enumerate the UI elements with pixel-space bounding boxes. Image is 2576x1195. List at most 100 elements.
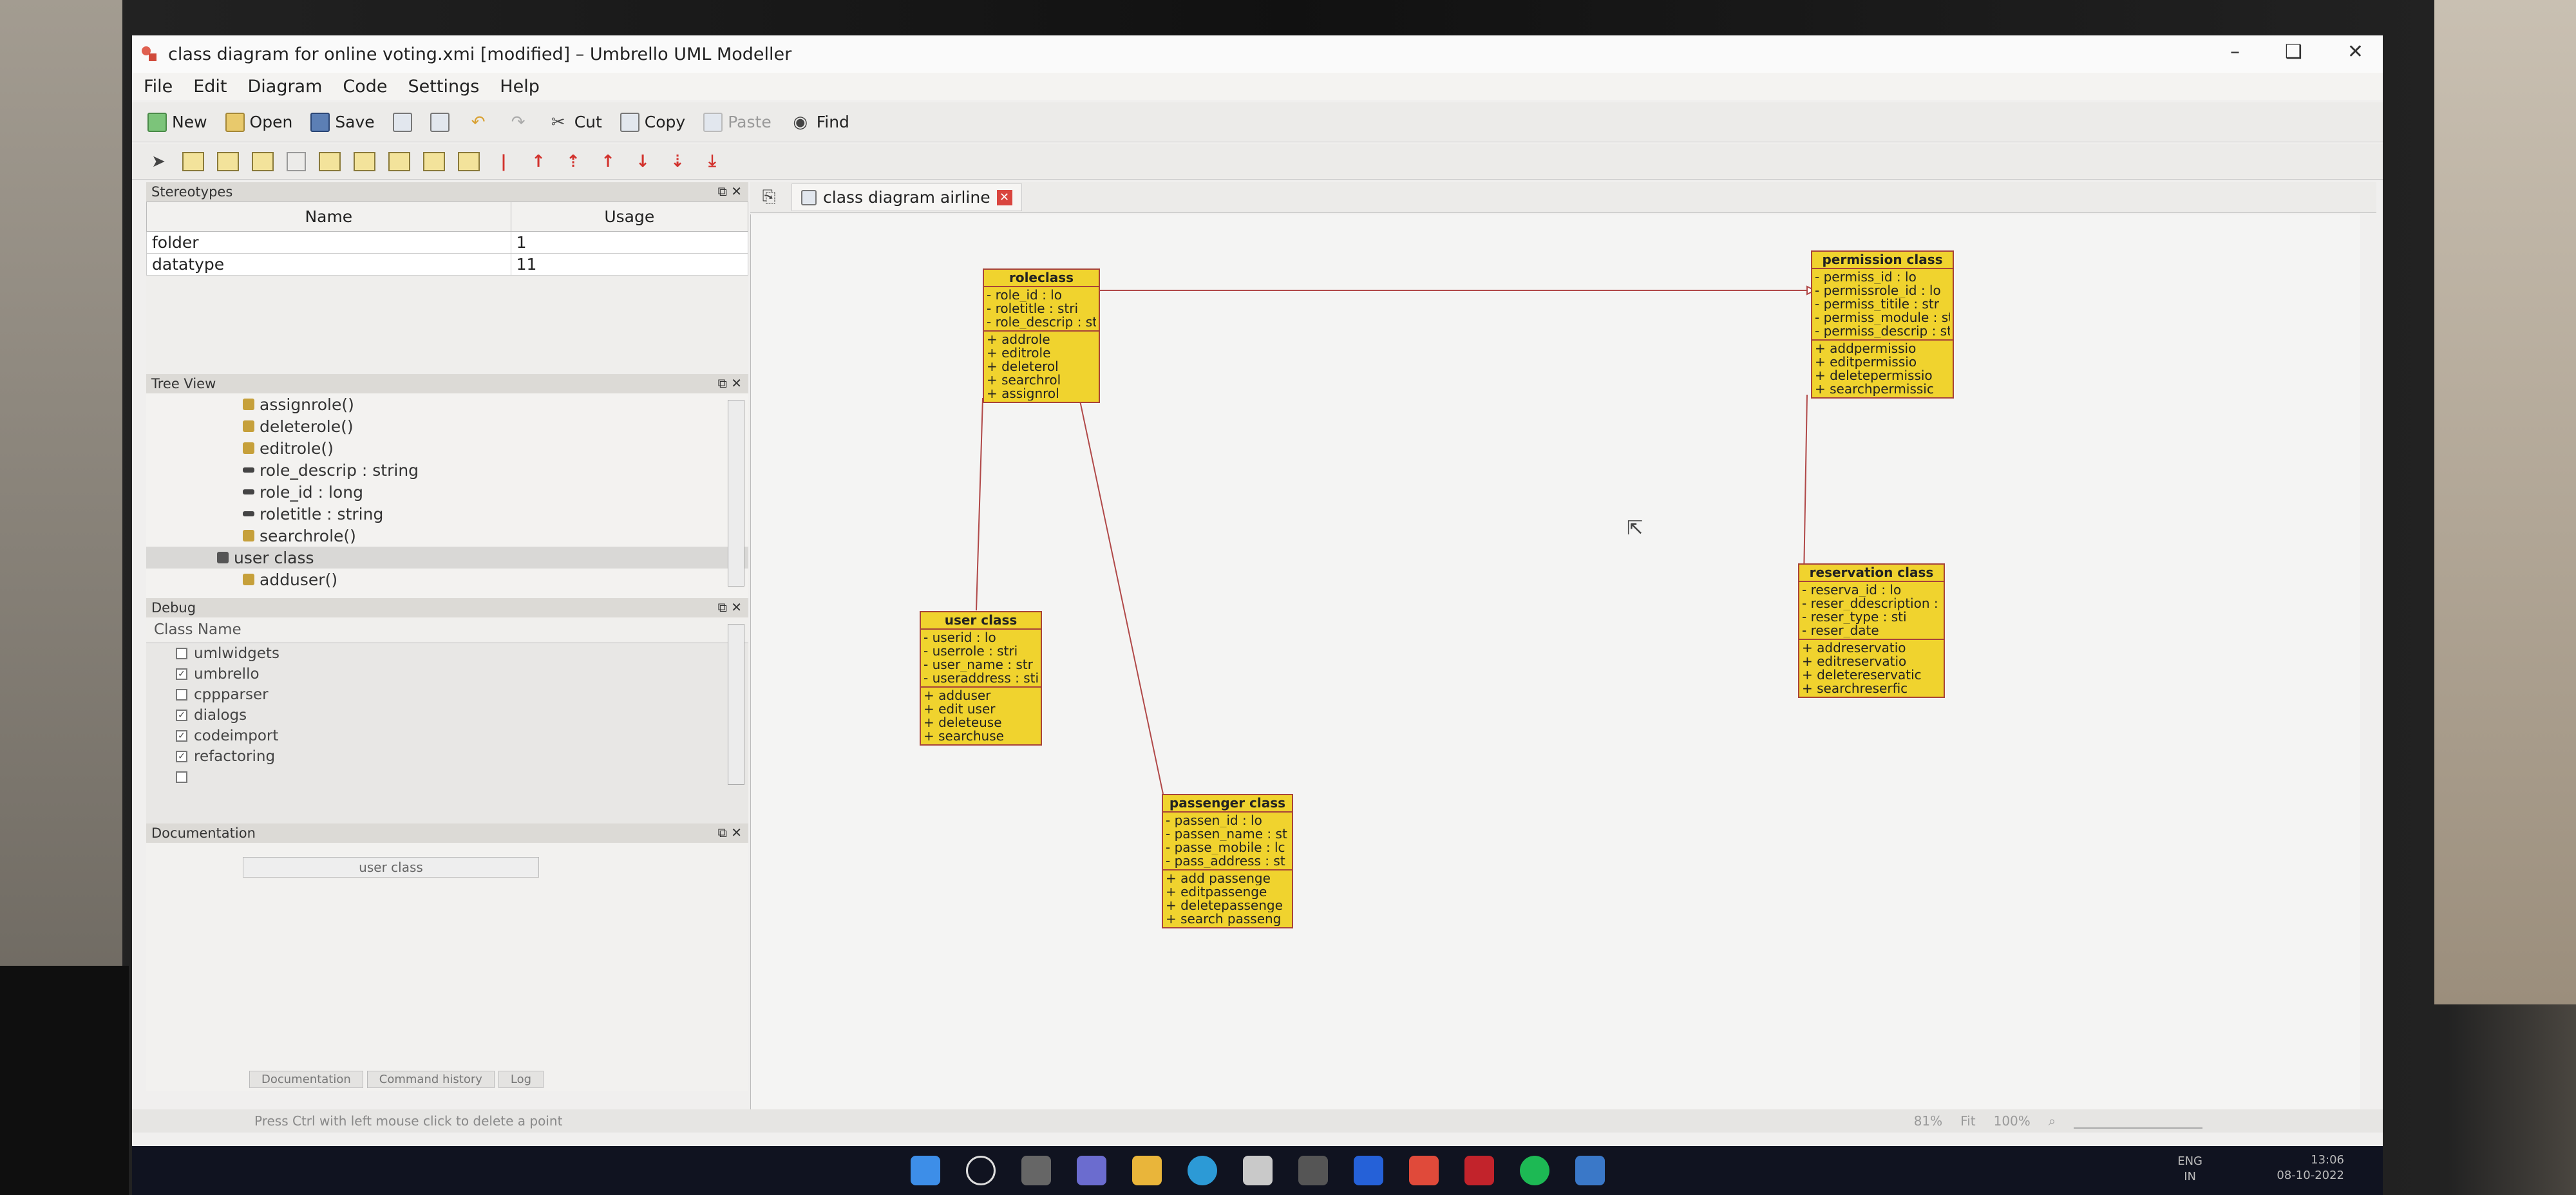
language-indicator[interactable]: ENG IN [2177, 1154, 2202, 1185]
checkbox[interactable] [176, 771, 187, 783]
copy-button[interactable]: Copy [620, 112, 685, 132]
tree-item[interactable]: adduser() [146, 569, 748, 590]
uml-class-reservation[interactable]: reservation class - reserva_id : lo - re… [1798, 563, 1945, 698]
debug-row[interactable]: ✓ dialogs [146, 705, 748, 726]
cut-button[interactable]: ✂ Cut [547, 111, 602, 133]
new-button[interactable]: New [147, 112, 207, 132]
panel-float-close-icon[interactable]: ⧉ ✕ [718, 375, 742, 391]
tab-class-diagram-airline[interactable]: class diagram airline ✕ [791, 183, 1022, 211]
tree-item[interactable]: editrole() [146, 437, 748, 459]
paste-button[interactable]: Paste [703, 112, 772, 132]
uml-class-user[interactable]: user class - userid : lo - userrole : st… [920, 611, 1042, 746]
menu-code[interactable]: Code [343, 77, 387, 97]
debug-row[interactable]: ✓ umbrello [146, 664, 748, 684]
checkbox-checked[interactable]: ✓ [176, 668, 187, 680]
menu-file[interactable]: File [144, 77, 173, 97]
chat-icon[interactable] [1076, 1156, 1106, 1185]
debug-column-header[interactable]: Class Name [146, 617, 748, 643]
tree-item[interactable]: roletitle : string [146, 503, 748, 525]
checkbox-checked[interactable]: ✓ [176, 751, 187, 762]
package-tool-icon[interactable] [354, 151, 375, 171]
template-tool-icon[interactable] [458, 151, 480, 171]
realization-tool-icon[interactable]: ↑ [597, 151, 619, 173]
panel-float-close-icon[interactable]: ⧉ ✕ [718, 599, 742, 615]
spotify-icon[interactable] [1519, 1156, 1549, 1185]
menu-edit[interactable]: Edit [193, 77, 227, 97]
documentation-name-field[interactable]: user class [243, 857, 539, 878]
tree-item[interactable]: deleterole() [146, 415, 748, 437]
edge-browser-icon[interactable] [1187, 1156, 1217, 1185]
office-icon[interactable] [1408, 1156, 1439, 1185]
class-tool-icon[interactable] [182, 151, 204, 171]
redo-icon[interactable]: ↷ [507, 111, 529, 133]
system-clock[interactable]: 13:06 08-10-2022 [2277, 1153, 2344, 1183]
zoom-fit-button[interactable]: Fit [1960, 1113, 1975, 1129]
enum-tool-icon[interactable] [319, 151, 341, 171]
minimize-button[interactable]: – [2230, 41, 2240, 63]
checkbox-checked[interactable]: ✓ [176, 710, 187, 721]
tree-item[interactable]: searchrole() [146, 525, 748, 547]
debug-row[interactable] [146, 767, 748, 787]
datatype-tool-icon[interactable] [252, 151, 274, 171]
panel-float-close-icon[interactable]: ⧉ ✕ [718, 183, 742, 199]
tree-scrollbar[interactable] [728, 400, 744, 587]
debug-row[interactable]: ✓ refactoring [146, 746, 748, 767]
tab-command-history[interactable]: Command history [366, 1071, 495, 1088]
debug-row[interactable]: ✓ codeimport [146, 726, 748, 746]
column-header-usage[interactable]: Usage [510, 202, 749, 232]
umbrello-taskbar-icon[interactable] [1575, 1156, 1605, 1185]
table-row[interactable]: datatype 11 [146, 253, 749, 276]
menu-settings[interactable]: Settings [408, 77, 480, 97]
box-tool-icon[interactable] [287, 151, 306, 171]
checkbox-checked[interactable]: ✓ [176, 730, 187, 742]
maximize-button[interactable]: ❑ [2285, 41, 2302, 63]
table-row[interactable]: folder 1 [146, 231, 749, 254]
app-icon[interactable] [1353, 1156, 1383, 1185]
tree-item-selected[interactable]: user class [146, 547, 748, 569]
menu-help[interactable]: Help [500, 77, 540, 97]
menu-diagram[interactable]: Diagram [247, 77, 322, 97]
start-windows-icon[interactable] [910, 1156, 940, 1185]
interface-tool-icon[interactable] [217, 151, 239, 171]
association-roleclass-passenger[interactable] [1079, 397, 1164, 795]
tree-item[interactable]: role_descrip : string [146, 459, 748, 481]
debug-scrollbar[interactable] [728, 624, 744, 785]
composition-tool-icon[interactable]: ⇣ [667, 151, 688, 173]
checkbox[interactable] [176, 689, 187, 701]
zoom-slider[interactable] [2074, 1113, 2202, 1129]
tree-item[interactable]: role_id : long [146, 481, 748, 503]
column-header-name[interactable]: Name [146, 202, 511, 232]
diagram-canvas[interactable]: roleclass - role_id : lo - roletitle : s… [750, 214, 2360, 1109]
debug-row[interactable]: umlwidgets [146, 643, 748, 664]
zoom-100-button[interactable]: 100% [1994, 1113, 2031, 1129]
checkbox[interactable] [176, 648, 187, 659]
tab-documentation[interactable]: Documentation [249, 1071, 363, 1088]
zoom-icon[interactable]: ⌕ [2049, 1113, 2056, 1129]
uml-class-passenger[interactable]: passenger class - passen_id : lo - passe… [1162, 794, 1293, 928]
generalization-tool-icon[interactable]: ↑ [527, 151, 549, 173]
association-roleclass-user[interactable] [976, 397, 983, 611]
uml-class-permission[interactable]: permission class - permiss_id : lo - per… [1811, 250, 1954, 399]
entity-tool-icon[interactable] [423, 151, 445, 171]
save-button[interactable]: Save [310, 112, 375, 132]
store-icon[interactable] [1242, 1156, 1273, 1185]
mcafee-icon[interactable] [1464, 1156, 1494, 1185]
print-icon[interactable] [392, 112, 412, 132]
aggregation-tool-icon[interactable]: ↓ [632, 151, 654, 173]
close-button[interactable]: ✕ [2347, 41, 2363, 63]
undo-icon[interactable]: ↶ [468, 111, 489, 133]
uml-class-roleclass[interactable]: roleclass - role_id : lo - roletitle : s… [983, 268, 1100, 403]
file-explorer-icon[interactable] [1132, 1156, 1162, 1185]
open-button[interactable]: Open [225, 112, 292, 132]
close-tab-icon[interactable]: ✕ [996, 189, 1012, 205]
settings-gear-icon[interactable] [1298, 1156, 1328, 1185]
search-icon[interactable] [965, 1156, 996, 1185]
association-tool-icon[interactable]: | [493, 151, 515, 173]
select-arrow-icon[interactable]: ➤ [147, 151, 169, 173]
debug-row[interactable]: cppparser [146, 684, 748, 705]
new-diagram-tab-icon[interactable]: ⎘ [758, 187, 780, 209]
dependency-tool-icon[interactable]: ⇡ [562, 151, 584, 173]
panel-float-close-icon[interactable]: ⧉ ✕ [718, 825, 742, 840]
tree-item[interactable]: assignrole() [146, 393, 748, 415]
find-button[interactable]: ◉ Find [790, 111, 849, 133]
